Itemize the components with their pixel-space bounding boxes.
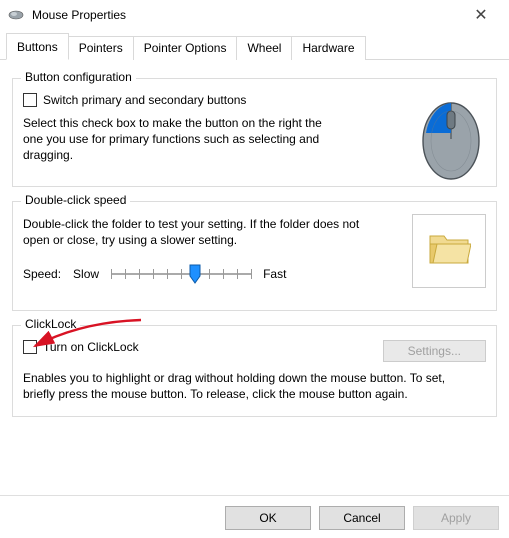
tab-pointer-options[interactable]: Pointer Options: [133, 36, 238, 60]
tab-row: Buttons Pointers Pointer Options Wheel H…: [0, 32, 509, 60]
group-legend-double-click: Double-click speed: [21, 193, 130, 207]
checkbox-switch-buttons[interactable]: [23, 93, 37, 107]
group-clicklock: ClickLock Turn on ClickLock Settings... …: [12, 325, 497, 417]
slow-label: Slow: [73, 267, 99, 281]
double-click-description: Double-click the folder to test your set…: [23, 216, 363, 248]
mouse-title-icon: [8, 9, 26, 21]
speed-slider[interactable]: [111, 262, 251, 286]
button-config-description: Select this check box to make the button…: [23, 115, 343, 164]
tab-buttons[interactable]: Buttons: [6, 33, 69, 60]
tab-pointers[interactable]: Pointers: [68, 36, 134, 60]
mouse-illustration: [416, 91, 486, 181]
slider-thumb-icon[interactable]: [189, 264, 201, 284]
group-legend-clicklock: ClickLock: [21, 317, 80, 331]
fast-label: Fast: [263, 267, 286, 281]
group-button-configuration: Button configuration Switch primary and …: [12, 78, 497, 187]
clicklock-description: Enables you to highlight or drag without…: [23, 370, 463, 402]
settings-button: Settings...: [383, 340, 486, 362]
separator: [0, 495, 509, 496]
folder-icon: [427, 230, 471, 271]
speed-label: Speed:: [23, 267, 61, 281]
tab-hardware[interactable]: Hardware: [291, 36, 365, 60]
cancel-button[interactable]: Cancel: [319, 506, 405, 530]
checkbox-switch-buttons-label[interactable]: Switch primary and secondary buttons: [43, 93, 246, 107]
apply-button: Apply: [413, 506, 499, 530]
group-double-click-speed: Double-click speed Double-click the fold…: [12, 201, 497, 311]
checkbox-turn-on-clicklock[interactable]: [23, 340, 37, 354]
close-icon[interactable]: ✕: [461, 5, 501, 25]
tab-wheel[interactable]: Wheel: [236, 36, 292, 60]
title-bar: Mouse Properties ✕: [0, 0, 509, 30]
tab-content: Button configuration Switch primary and …: [0, 60, 509, 437]
ok-button[interactable]: OK: [225, 506, 311, 530]
group-legend-button-config: Button configuration: [21, 70, 136, 84]
checkbox-turn-on-clicklock-label[interactable]: Turn on ClickLock: [43, 340, 139, 354]
dialog-button-row: OK Cancel Apply: [225, 506, 499, 530]
folder-test-area[interactable]: [412, 214, 486, 288]
window-title: Mouse Properties: [26, 8, 461, 22]
